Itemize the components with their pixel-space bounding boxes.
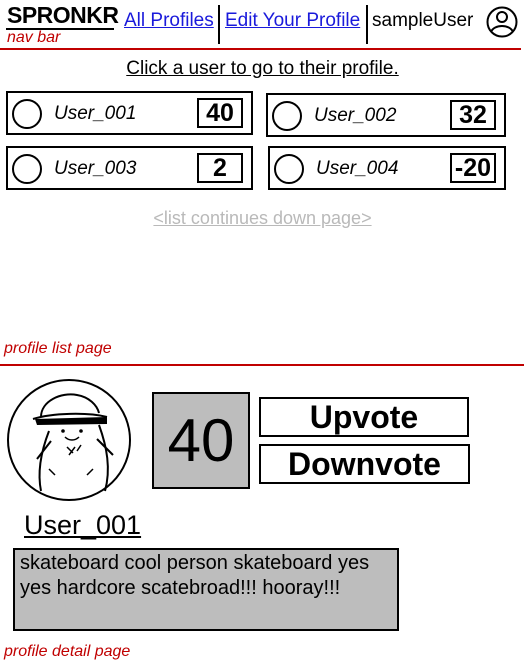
- nav-divider: [218, 5, 220, 44]
- profile-card-name: User_003: [54, 158, 137, 179]
- profile-card-score: 2: [197, 153, 243, 183]
- profile-card[interactable]: User_003 2: [6, 146, 253, 190]
- downvote-button[interactable]: Downvote: [259, 444, 470, 484]
- avatar: [12, 154, 42, 184]
- nav-link-edit-profile[interactable]: Edit Your Profile: [225, 10, 360, 32]
- profile-card[interactable]: User_001 40: [6, 91, 253, 135]
- avatar: [272, 101, 302, 131]
- profile-avatar: [7, 379, 131, 501]
- avatar: [12, 99, 42, 129]
- upvote-button[interactable]: Upvote: [259, 397, 469, 437]
- profile-card-score: -20: [450, 153, 496, 183]
- profile-card-name: User_001: [54, 103, 137, 124]
- profile-card-score: 32: [450, 100, 496, 130]
- profile-username: User_001: [24, 510, 142, 540]
- list-instructions: Click a user to go to their profile.: [126, 58, 399, 79]
- profile-score: 40: [152, 392, 250, 489]
- list-page-annotation: profile list page: [4, 340, 112, 357]
- user-account-icon[interactable]: [486, 6, 518, 38]
- section-divider: [0, 364, 524, 366]
- profile-card[interactable]: User_002 32: [266, 93, 506, 137]
- avatar: [274, 154, 304, 184]
- nav-link-all-profiles[interactable]: All Profiles: [124, 10, 214, 32]
- profile-card[interactable]: User_004 -20: [268, 146, 506, 190]
- detail-page-annotation: profile detail page: [4, 643, 131, 660]
- current-username[interactable]: sampleUser: [372, 10, 473, 32]
- app-logo[interactable]: SPRONKR: [7, 2, 119, 29]
- nav-divider: [366, 5, 368, 44]
- nav-bar-divider: [0, 48, 521, 50]
- profile-bio: skateboard cool person skateboard yes ye…: [13, 548, 399, 631]
- list-continues-note: <list continues down page>: [153, 208, 372, 228]
- profile-card-score: 40: [197, 98, 243, 128]
- profile-card-name: User_004: [316, 158, 399, 179]
- profile-card-name: User_002: [314, 105, 397, 126]
- nav-bar-annotation: nav bar: [7, 29, 61, 46]
